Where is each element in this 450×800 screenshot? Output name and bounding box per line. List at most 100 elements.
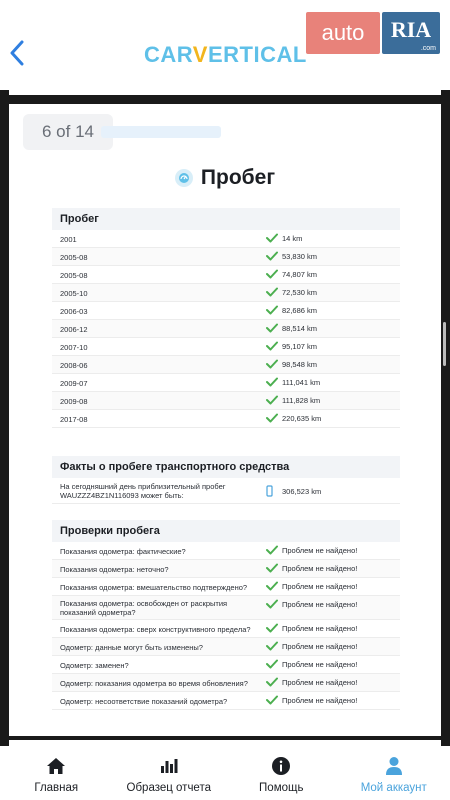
mileage-table-heading: Пробег — [52, 208, 400, 230]
mileage-value: 72,530 km — [282, 287, 318, 297]
mileage-row: 2005-10 72,530 km — [52, 284, 400, 302]
check-label: Показания одометра: освобожден от раскры… — [60, 599, 228, 617]
report-page: 6 of 14 Пробег Пробег 2001 14 km 2005-08 53… — [9, 104, 441, 736]
bar-chart-icon — [160, 756, 178, 776]
mileage-date: 2008-06 — [60, 361, 88, 370]
mileage-row: 2017-08 220,635 km — [52, 410, 400, 428]
mileage-date: 2001 — [60, 235, 77, 244]
check-result: Проблем не найдено! — [282, 581, 358, 591]
mileage-row: 2006-12 88,514 km — [52, 320, 400, 338]
carvertical-logo: CARVERTICAL — [144, 42, 307, 68]
check-label: Показания одометра: неточно? — [60, 565, 169, 574]
page-indicator-shadow — [101, 126, 221, 138]
nav-label: Образец отчета — [126, 782, 211, 794]
mileage-value: 111,041 km — [282, 377, 321, 387]
mileage-value-cell: 82,686 km — [266, 305, 317, 315]
user-icon — [385, 756, 403, 776]
mileage-value-cell: 111,041 km — [266, 377, 320, 387]
check-result-cell: Проблем не найдено! — [266, 659, 357, 669]
mileage-date: 2009-07 — [60, 379, 88, 388]
check-result-cell: Проблем не найдено! — [266, 581, 357, 591]
mileage-date: 2009-08 — [60, 397, 88, 406]
nav-label: Помощь — [259, 782, 304, 794]
logo-part: ERTICAL — [207, 42, 307, 67]
check-row: Одометр: заменен? Проблем не найдено! — [52, 656, 400, 674]
check-result-cell: Проблем не найдено! — [266, 599, 357, 609]
check-label: Одометр: показания одометра во время обн… — [60, 679, 248, 688]
mileage-value: 53,830 km — [282, 251, 318, 261]
check-icon — [266, 359, 278, 369]
check-result: Проблем не найдено! — [282, 563, 358, 573]
mileage-value-cell: 220,635 km — [266, 413, 321, 423]
check-icon — [266, 641, 278, 651]
mileage-row: 2005-08 74,807 km — [52, 266, 400, 284]
check-result-cell: Проблем не найдено! — [266, 545, 357, 555]
check-row: Показания одометра: вмешательство подтве… — [52, 578, 400, 596]
facts-row: На сегодняшний день приблизительный проб… — [52, 478, 400, 504]
mileage-row: 2009-07 111,041 km — [52, 374, 400, 392]
mileage-value: 98,548 km — [282, 359, 318, 369]
check-icon — [266, 377, 278, 387]
section-title-text: Пробег — [200, 166, 276, 189]
check-result: Проблем не найдено! — [282, 623, 358, 633]
nav-sample-report[interactable]: Образец отчета — [113, 746, 226, 800]
check-result-cell: Проблем не найдено! — [266, 641, 357, 651]
mileage-value-cell: 98,548 km — [266, 359, 317, 369]
check-icon — [266, 395, 278, 405]
logo-part: V — [192, 42, 208, 67]
check-result: Проблем не найдено! — [282, 677, 358, 687]
checks-table: Проверки пробега Показания одометра: фак… — [52, 520, 400, 710]
check-icon — [266, 251, 278, 261]
previous-page-edge — [9, 90, 441, 95]
nav-help[interactable]: Помощь — [225, 746, 338, 800]
back-button[interactable] — [6, 38, 28, 68]
check-rows: Показания одометра: фактические? Проблем … — [52, 542, 400, 710]
check-icon — [266, 305, 278, 315]
info-icon — [271, 756, 291, 776]
nav-home[interactable]: Главная — [0, 746, 113, 800]
check-icon — [266, 413, 278, 423]
mileage-table: Пробег 2001 14 km 2005-08 53,830 km 2005-08 7… — [52, 208, 400, 428]
report-viewer[interactable]: 6 of 14 Пробег Пробег 2001 14 km 2005-08 53… — [0, 90, 450, 746]
check-icon — [266, 659, 278, 669]
check-label: Показания одометра: вмешательство подтве… — [60, 583, 248, 592]
scrollbar[interactable] — [443, 322, 446, 366]
check-icon — [266, 233, 278, 243]
badge-auto: auto — [306, 12, 380, 54]
odometer-icon — [174, 169, 193, 187]
check-icon — [266, 341, 278, 351]
mileage-date: 2006-12 — [60, 325, 88, 334]
chevron-left-icon — [10, 40, 24, 66]
facts-value: 306,523 km — [282, 486, 322, 496]
checks-heading: Проверки пробега — [52, 520, 400, 542]
check-label: Показания одометра: фактические? — [60, 547, 186, 556]
badge-ria-text: RIA — [390, 17, 432, 42]
check-label: Одометр: заменен? — [60, 661, 129, 670]
mileage-value: 74,807 km — [282, 269, 318, 279]
check-label: Одометр: несоответствие показаний одомет… — [60, 697, 228, 706]
check-row: Показания одометра: освобожден от раскры… — [52, 596, 400, 620]
mileage-value: 82,686 km — [282, 305, 318, 315]
mileage-value: 220,635 km — [282, 413, 322, 423]
check-result-cell: Проблем не найдено! — [266, 563, 357, 573]
page-indicator: 6 of 14 — [23, 114, 113, 150]
check-row: Показания одометра: фактические? Проблем … — [52, 542, 400, 560]
check-result: Проблем не найдено! — [282, 659, 358, 669]
autoria-badge: auto RIA .com — [306, 12, 440, 54]
facts-table: Факты о пробеге транспортного средства Н… — [52, 456, 400, 504]
nav-my-account[interactable]: Мой аккаунт — [338, 746, 450, 800]
facts-heading: Факты о пробеге транспортного средства — [52, 456, 400, 478]
mileage-row: 2005-08 53,830 km — [52, 248, 400, 266]
check-icon — [266, 545, 278, 555]
mileage-date: 2017-08 — [60, 415, 88, 424]
check-icon — [266, 581, 278, 591]
check-result-cell: Проблем не найдено! — [266, 695, 357, 705]
check-icon — [266, 563, 278, 573]
mileage-date: 2005-08 — [60, 271, 88, 280]
check-row: Показания одометра: неточно? Проблем не н… — [52, 560, 400, 578]
check-result: Проблем не найдено! — [282, 641, 358, 651]
mileage-value: 88,514 km — [282, 323, 318, 333]
nav-label: Мой аккаунт — [360, 782, 427, 794]
mileage-value: 111,828 km — [282, 395, 321, 405]
mileage-value: 95,107 km — [282, 341, 318, 351]
